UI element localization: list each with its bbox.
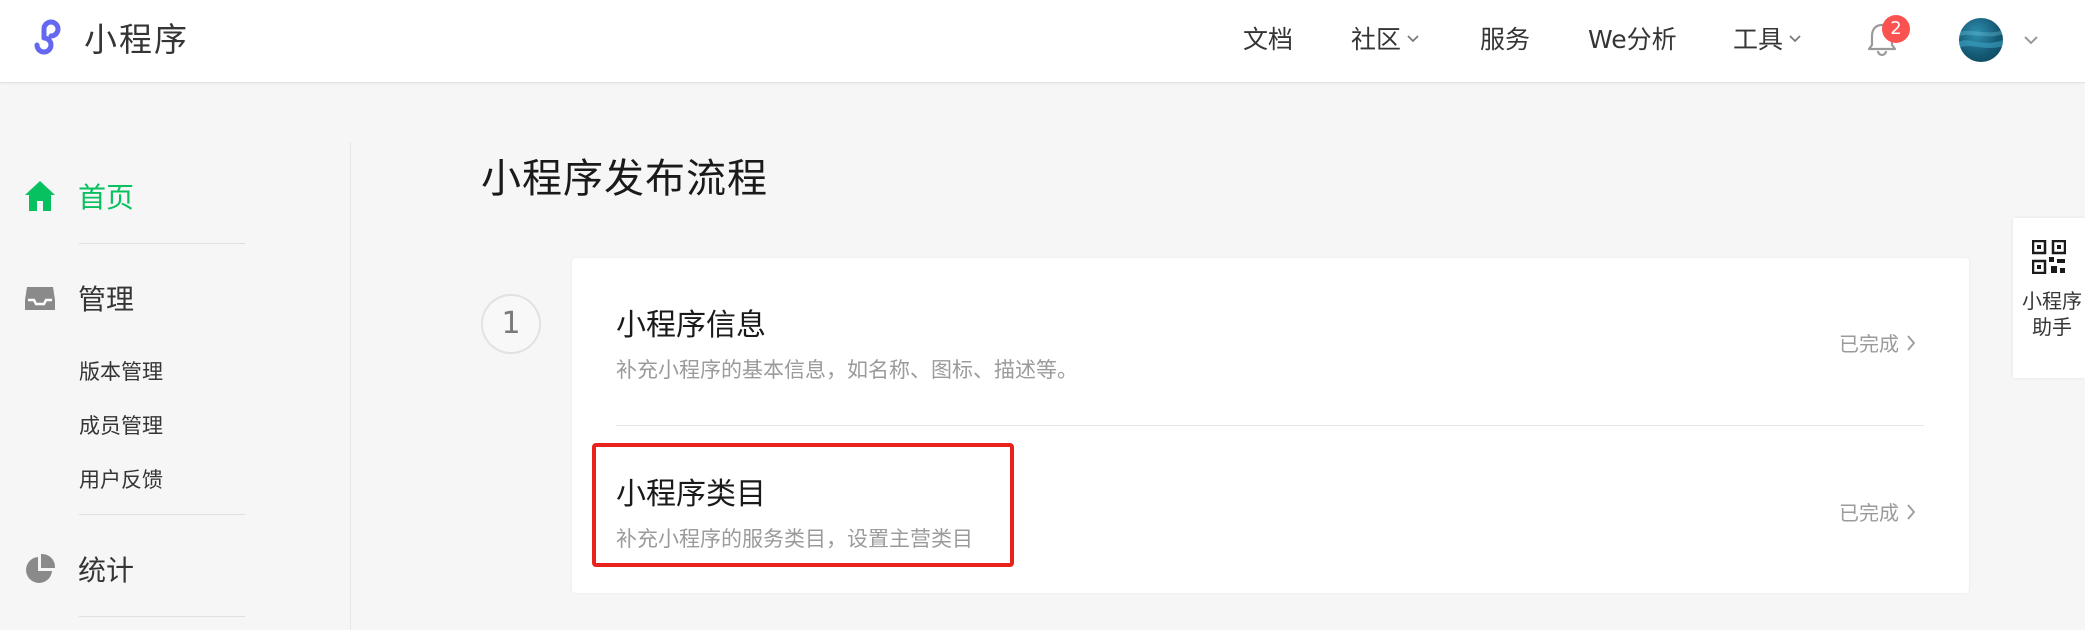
sidebar-divider bbox=[79, 514, 245, 515]
inbox-icon bbox=[25, 287, 55, 310]
miniprogram-logo-icon bbox=[34, 19, 61, 55]
sidebar-item-stats-label: 统计 bbox=[78, 554, 135, 587]
page-title: 小程序发布流程 bbox=[481, 156, 768, 202]
app-name: 小程序 bbox=[84, 20, 189, 59]
home-icon bbox=[25, 181, 55, 211]
row-info-status[interactable]: 已完成 bbox=[1839, 328, 1919, 357]
sidebar-subitem-feedback[interactable]: 用户反馈 bbox=[79, 464, 163, 494]
row-info-desc: 补充小程序的基本信息，如名称、图标、描述等。 bbox=[616, 358, 1078, 382]
sidebar-subitem-version[interactable]: 版本管理 bbox=[79, 356, 163, 386]
sidebar-divider bbox=[79, 616, 245, 617]
row-category-status[interactable]: 已完成 bbox=[1839, 497, 1919, 526]
avatar[interactable] bbox=[1959, 18, 2003, 62]
avatar-image bbox=[1959, 30, 2003, 48]
helper-label: 小程序助手 bbox=[2022, 289, 2082, 339]
nav-docs[interactable]: 文档 bbox=[1243, 20, 1293, 56]
nav-tools[interactable]: 工具 bbox=[1733, 20, 1803, 56]
row-category-status-label: 已完成 bbox=[1839, 501, 1899, 525]
chevron-right-icon bbox=[1907, 334, 1916, 351]
sidebar-divider bbox=[79, 243, 245, 244]
row-info-status-label: 已完成 bbox=[1839, 332, 1899, 356]
nav-tools-label: 工具 bbox=[1733, 25, 1784, 54]
row-info-title: 小程序信息 bbox=[616, 308, 766, 343]
chevron-down-icon bbox=[1407, 35, 1419, 43]
sidebar-item-stats[interactable]: 统计 bbox=[22, 549, 134, 589]
step-number: 1 bbox=[481, 294, 541, 354]
row-divider bbox=[616, 425, 1924, 426]
highlight-box bbox=[592, 443, 1014, 567]
nav-docs-label: 文档 bbox=[1243, 25, 1294, 54]
sidebar-border bbox=[350, 142, 351, 630]
notification-badge: 2 bbox=[1882, 15, 1910, 43]
nav-we-analysis[interactable]: We分析 bbox=[1588, 20, 1677, 56]
nav-community[interactable]: 社区 bbox=[1351, 20, 1421, 56]
nav-we-analysis-label: We分析 bbox=[1588, 25, 1677, 54]
logo[interactable]: 小程序 bbox=[22, 12, 189, 62]
nav-community-label: 社区 bbox=[1351, 25, 1402, 54]
sidebar-item-manage[interactable]: 管理 bbox=[22, 278, 134, 318]
pie-chart-icon bbox=[26, 553, 56, 583]
sidebar-subitem-members[interactable]: 成员管理 bbox=[79, 410, 163, 440]
qr-code-icon bbox=[2031, 239, 2067, 275]
sidebar-item-manage-label: 管理 bbox=[78, 283, 135, 316]
chevron-down-icon bbox=[1789, 35, 1801, 43]
miniprogram-helper-button[interactable]: 小程序助手 bbox=[2013, 218, 2085, 378]
top-navbar: 小程序 文档 社区 服务 We分析 工具 2 bbox=[0, 0, 2085, 83]
nav-services[interactable]: 服务 bbox=[1480, 20, 1530, 56]
sidebar-item-home-label: 首页 bbox=[78, 181, 135, 214]
account-chevron-down-icon[interactable] bbox=[2021, 30, 2041, 50]
chevron-right-icon bbox=[1907, 503, 1916, 520]
sidebar-item-home[interactable]: 首页 bbox=[22, 176, 134, 216]
nav-services-label: 服务 bbox=[1480, 25, 1531, 54]
